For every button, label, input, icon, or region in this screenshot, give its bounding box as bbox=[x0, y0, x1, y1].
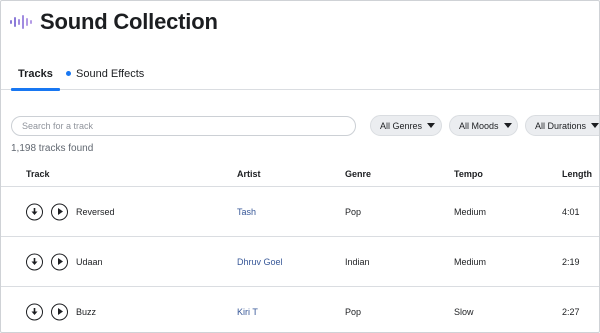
track-name: Udaan bbox=[76, 256, 103, 267]
download-icon[interactable] bbox=[26, 203, 43, 220]
track-tempo: Medium bbox=[454, 206, 487, 217]
tab-bar: Tracks Sound Effects bbox=[1, 57, 599, 91]
genre-filter-dropdown[interactable]: All Genres bbox=[370, 115, 442, 136]
duration-filter-label: All Durations bbox=[535, 120, 587, 131]
results-count: 1,198 tracks found bbox=[11, 143, 94, 154]
track-length: 2:27 bbox=[562, 306, 580, 317]
track-tempo: Slow bbox=[454, 306, 474, 317]
artist-link[interactable]: Kiri T bbox=[237, 307, 258, 317]
track-tempo: Medium bbox=[454, 256, 487, 267]
track-genre: Pop bbox=[345, 206, 362, 217]
genre-filter-label: All Genres bbox=[380, 120, 423, 131]
play-icon[interactable] bbox=[51, 253, 68, 270]
table-row: Udaan Dhruv Goel Indian Medium 2:19 bbox=[1, 237, 599, 287]
tab-sound-effects[interactable]: Sound Effects bbox=[66, 57, 144, 90]
tab-tracks-label: Tracks bbox=[18, 67, 53, 80]
artist-link[interactable]: Tash bbox=[237, 207, 256, 217]
duration-filter-dropdown[interactable]: All Durations bbox=[525, 115, 599, 136]
column-header-genre: Genre bbox=[345, 169, 372, 179]
track-length: 2:19 bbox=[562, 256, 580, 267]
sound-wave-icon bbox=[10, 15, 32, 29]
artist-link[interactable]: Dhruv Goel bbox=[237, 257, 283, 267]
mood-filter-label: All Moods bbox=[459, 120, 499, 131]
download-icon[interactable] bbox=[26, 303, 43, 320]
tab-sound-effects-label: Sound Effects bbox=[76, 67, 145, 80]
table-header: Track Artist Genre Tempo Length bbox=[1, 163, 599, 187]
column-header-track: Track bbox=[26, 169, 50, 179]
tab-tracks[interactable]: Tracks bbox=[11, 57, 60, 91]
table-row: Reversed Tash Pop Medium 4:01 bbox=[1, 187, 599, 237]
blue-dot-icon bbox=[66, 71, 71, 76]
caret-down-icon bbox=[503, 123, 512, 128]
column-header-artist: Artist bbox=[237, 169, 261, 179]
table-row: Buzz Kiri T Pop Slow 2:27 bbox=[1, 287, 599, 332]
caret-down-icon bbox=[427, 123, 436, 128]
caret-down-icon bbox=[591, 123, 599, 128]
column-header-length: Length bbox=[562, 169, 592, 179]
track-name: Buzz bbox=[76, 306, 97, 317]
page-title: Sound Collection bbox=[40, 9, 218, 34]
track-name: Reversed bbox=[76, 206, 115, 217]
download-icon[interactable] bbox=[26, 253, 43, 270]
search-input[interactable] bbox=[11, 116, 356, 136]
page-header: Sound Collection bbox=[10, 7, 218, 37]
sound-collection-window: Sound Collection Tracks Sound Effects Al… bbox=[0, 0, 600, 333]
play-icon[interactable] bbox=[51, 303, 68, 320]
column-header-tempo: Tempo bbox=[454, 169, 483, 179]
track-genre: Pop bbox=[345, 306, 362, 317]
track-length: 4:01 bbox=[562, 206, 580, 217]
mood-filter-dropdown[interactable]: All Moods bbox=[449, 115, 518, 136]
play-icon[interactable] bbox=[51, 203, 68, 220]
track-genre: Indian bbox=[345, 256, 370, 267]
